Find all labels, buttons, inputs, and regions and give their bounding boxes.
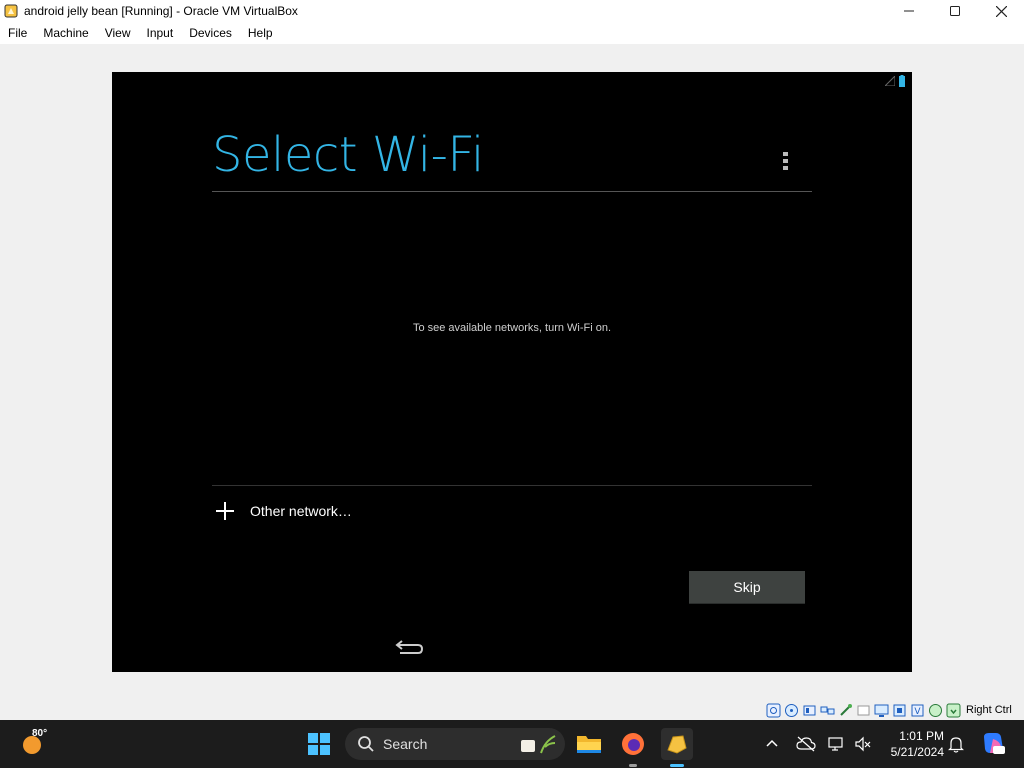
clock-date: 5/21/2024 bbox=[890, 745, 944, 759]
firefox-running-indicator bbox=[629, 764, 637, 767]
other-network-label: Other network… bbox=[250, 503, 352, 519]
maximize-icon bbox=[950, 6, 960, 16]
chevron-up-icon[interactable] bbox=[764, 736, 780, 752]
usb-icon[interactable] bbox=[838, 703, 853, 718]
virtualbox-taskbar-icon bbox=[667, 735, 687, 754]
clock-time: 1:01 PM bbox=[899, 729, 944, 743]
volume-muted-icon[interactable] bbox=[854, 736, 872, 752]
signal-icon bbox=[885, 76, 895, 86]
virtualbox-app[interactable] bbox=[661, 728, 693, 760]
network-status-icon[interactable] bbox=[828, 736, 846, 752]
host-key-label: Right Ctrl bbox=[966, 704, 1012, 716]
firefox-icon bbox=[622, 733, 644, 755]
folder-icon bbox=[577, 736, 601, 753]
windows-taskbar: 80° Search 1:01 PM 5/21/2024 bbox=[0, 720, 1024, 768]
start-button[interactable] bbox=[307, 732, 331, 756]
virtualbox-active-indicator bbox=[670, 764, 684, 767]
vm-status-bar: V Right Ctrl bbox=[766, 700, 1012, 720]
taskbar-search[interactable]: Search bbox=[345, 728, 565, 760]
maximize-button[interactable] bbox=[932, 0, 978, 22]
guest-additions-icon[interactable] bbox=[928, 703, 943, 718]
menu-view[interactable]: View bbox=[97, 26, 139, 40]
svg-text:V: V bbox=[914, 707, 921, 717]
search-highlight-icon bbox=[521, 735, 556, 754]
search-icon bbox=[358, 736, 374, 752]
menu-help[interactable]: Help bbox=[240, 26, 281, 40]
skip-button[interactable]: Skip bbox=[689, 571, 805, 604]
close-button[interactable] bbox=[978, 0, 1024, 22]
cloud-off-icon[interactable] bbox=[796, 736, 816, 752]
menu-file[interactable]: File bbox=[0, 26, 35, 40]
battery-icon bbox=[899, 75, 905, 87]
firefox-app[interactable] bbox=[617, 728, 649, 760]
hard-disk-icon[interactable] bbox=[766, 703, 781, 718]
close-icon bbox=[995, 5, 1007, 17]
taskbar-clock[interactable]: 1:01 PM 5/21/2024 bbox=[880, 728, 944, 760]
shared-folders-icon[interactable] bbox=[856, 703, 871, 718]
menu-machine[interactable]: Machine bbox=[35, 26, 96, 40]
title-divider bbox=[212, 191, 812, 192]
windows-logo-icon bbox=[308, 733, 330, 755]
page-title: Select Wi-Fi bbox=[212, 127, 484, 183]
menu-input[interactable]: Input bbox=[139, 26, 182, 40]
menu-bar: File Machine View Input Devices Help bbox=[0, 22, 1024, 44]
minimize-icon bbox=[904, 10, 914, 12]
wifi-off-message: To see available networks, turn Wi-Fi on… bbox=[412, 322, 612, 334]
android-status-bar bbox=[885, 75, 906, 87]
plus-icon bbox=[212, 498, 238, 524]
cpu-icon[interactable]: V bbox=[910, 703, 925, 718]
vm-display[interactable]: Select Wi-Fi To see available networks, … bbox=[112, 72, 912, 672]
list-divider bbox=[212, 485, 812, 486]
overflow-menu-icon[interactable] bbox=[783, 152, 789, 170]
audio-icon[interactable] bbox=[802, 703, 817, 718]
weather-temperature: 80° bbox=[32, 728, 48, 739]
network-icon[interactable] bbox=[820, 703, 835, 718]
notification-bell-icon[interactable] bbox=[948, 735, 964, 753]
virtualbox-window: android jelly bean [Running] - Oracle VM… bbox=[0, 0, 1024, 720]
menu-devices[interactable]: Devices bbox=[181, 26, 240, 40]
copilot-icon[interactable] bbox=[980, 731, 1006, 757]
title-bar[interactable]: android jelly bean [Running] - Oracle VM… bbox=[0, 0, 1024, 22]
display-icon[interactable] bbox=[874, 703, 889, 718]
system-tray bbox=[764, 720, 872, 768]
window-title: android jelly bean [Running] - Oracle VM… bbox=[24, 4, 298, 18]
minimize-button[interactable] bbox=[886, 0, 932, 22]
back-icon[interactable] bbox=[392, 637, 424, 661]
file-explorer-app[interactable] bbox=[573, 728, 605, 760]
mouse-integration-icon[interactable] bbox=[946, 703, 961, 718]
search-label: Search bbox=[383, 736, 428, 752]
optical-drive-icon[interactable] bbox=[784, 703, 799, 718]
other-network-item[interactable]: Other network… bbox=[212, 497, 352, 525]
virtualbox-app-icon bbox=[4, 4, 18, 18]
window-controls bbox=[886, 0, 1024, 22]
video-capture-icon[interactable] bbox=[892, 703, 907, 718]
